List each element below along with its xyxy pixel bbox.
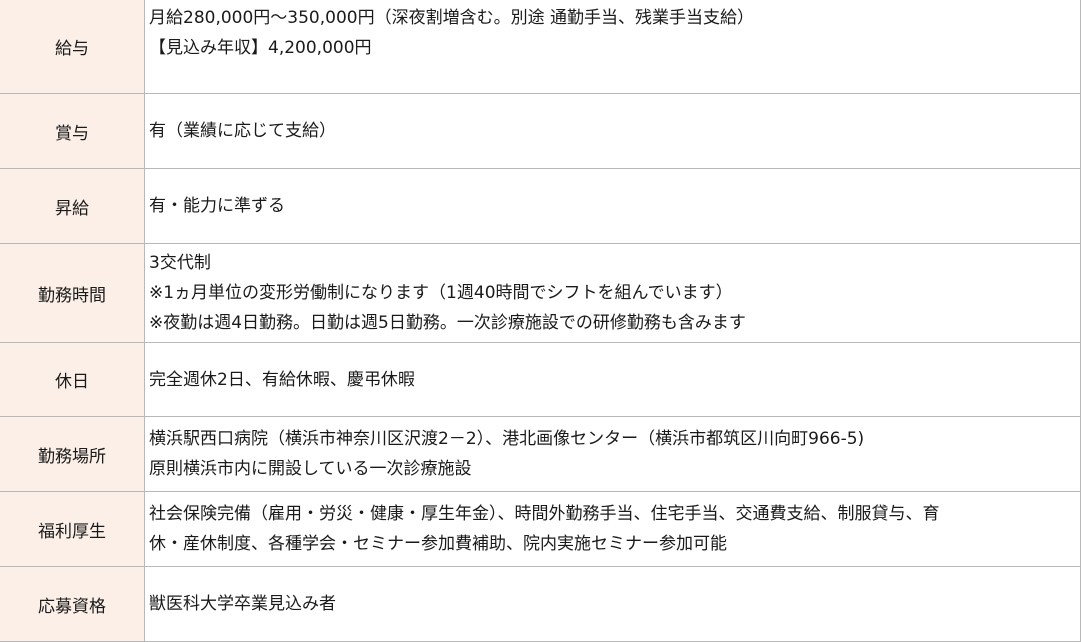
row-label: 勤務時間	[0, 244, 145, 342]
table-row-working-hours: 勤務時間 3交代制 ※1ヵ月単位の変形労働制になります（1週40時間でシフトを組…	[0, 244, 1081, 343]
row-value: 有・能力に準ずる	[145, 169, 1081, 243]
row-value: 横浜駅西口病院（横浜市神奈川区沢渡2－2）、港北画像センター（横浜市都筑区川向町…	[145, 417, 1081, 491]
value-line: 獣医科大学卒業見込み者	[149, 594, 336, 614]
row-label: 福利厚生	[0, 492, 145, 566]
table-row-bonus: 賞与 有（業績に応じて支給）	[0, 94, 1081, 169]
value-line: 月給280,000円～350,000円（深夜割増含む。別途 通勤手当、残業手当支…	[149, 8, 755, 28]
row-value: 3交代制 ※1ヵ月単位の変形労働制になります（1週40時間でシフトを組んでいます…	[145, 244, 1081, 342]
row-label: 勤務場所	[0, 417, 145, 491]
value-line: 有（業績に応じて支給）	[149, 121, 336, 141]
table-row-salary: 給与 月給280,000円～350,000円（深夜割増含む。別途 通勤手当、残業…	[0, 0, 1081, 94]
table-row-benefits: 福利厚生 社会保険完備（雇用・労災・健康・厚生年金）、時間外勤務手当、住宅手当、…	[0, 492, 1081, 567]
row-label: 給与	[0, 0, 145, 93]
table-row-workplace: 勤務場所 横浜駅西口病院（横浜市神奈川区沢渡2－2）、港北画像センター（横浜市都…	[0, 417, 1081, 492]
value-line: 原則横浜市内に開設している一次診療施設	[149, 459, 472, 479]
row-label: 賞与	[0, 94, 145, 168]
value-line: 社会保険完備（雇用・労災・健康・厚生年金）、時間外勤務手当、住宅手当、交通費支給…	[149, 504, 940, 524]
row-value: 社会保険完備（雇用・労災・健康・厚生年金）、時間外勤務手当、住宅手当、交通費支給…	[145, 492, 1081, 566]
row-label: 休日	[0, 343, 145, 416]
value-line: 完全週休2日、有給休暇、慶弔休暇	[149, 369, 415, 390]
row-value: 獣医科大学卒業見込み者	[145, 567, 1081, 641]
table-row-raise: 昇給 有・能力に準ずる	[0, 169, 1081, 244]
value-line: ※1ヵ月単位の変形労働制になります（1週40時間でシフトを組んでいます）	[149, 283, 733, 303]
row-label: 応募資格	[0, 567, 145, 641]
value-line: 横浜駅西口病院（横浜市神奈川区沢渡2－2）、港北画像センター（横浜市都筑区川向町…	[149, 429, 865, 449]
job-details-table: 給与 月給280,000円～350,000円（深夜割増含む。別途 通勤手当、残業…	[0, 0, 1081, 642]
value-line: 休・産休制度、各種学会・セミナー参加費補助、院内実施セミナー参加可能	[149, 534, 727, 554]
row-value: 有（業績に応じて支給）	[145, 94, 1081, 168]
value-line: 【見込み年収】4,200,000円	[149, 38, 372, 58]
row-value: 完全週休2日、有給休暇、慶弔休暇	[145, 343, 1081, 416]
value-line: 3交代制	[149, 253, 211, 273]
value-line: 有・能力に準ずる	[149, 196, 285, 216]
row-label: 昇給	[0, 169, 145, 243]
row-value: 月給280,000円～350,000円（深夜割増含む。別途 通勤手当、残業手当支…	[145, 0, 1081, 93]
value-line: ※夜勤は週4日勤務。日勤は週5日勤務。一次診療施設での研修勤務も含みます	[149, 313, 746, 333]
table-row-qualifications: 応募資格 獣医科大学卒業見込み者	[0, 567, 1081, 642]
table-row-holidays: 休日 完全週休2日、有給休暇、慶弔休暇	[0, 343, 1081, 417]
